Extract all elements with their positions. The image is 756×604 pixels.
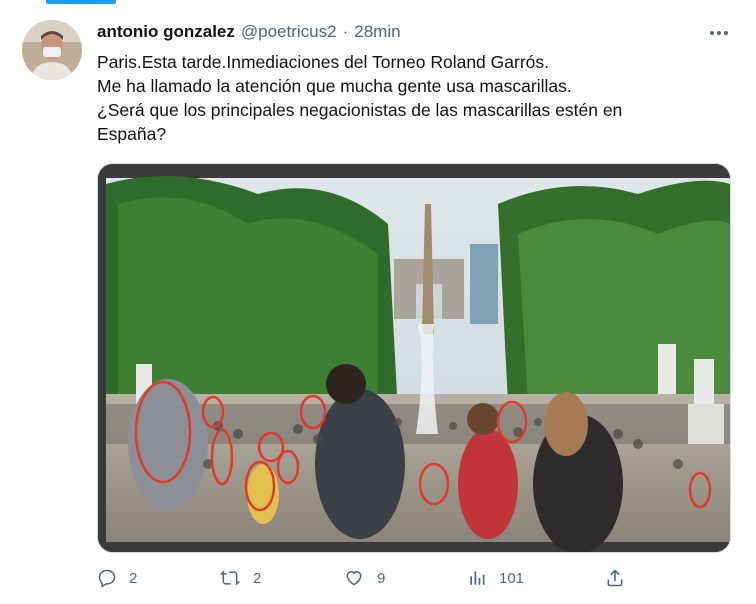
tweet-text-line: Me ha llamado la atención que mucha gent…	[97, 76, 572, 96]
tweet-media-photo[interactable]	[97, 163, 731, 553]
views-count: 101	[499, 569, 525, 587]
tweet-header: antonio gonzalez @poetricus2 · 28min	[97, 22, 401, 42]
share-icon	[607, 569, 623, 587]
like-button[interactable]: 9	[343, 568, 385, 588]
author-handle[interactable]: @poetricus2	[241, 22, 337, 42]
share-button[interactable]	[605, 568, 625, 588]
author-avatar[interactable]	[22, 20, 82, 80]
tweet-actions-bar: 2 2 9 101	[97, 568, 637, 592]
selected-tab-indicator	[46, 0, 116, 4]
retweet-count: 2	[253, 569, 262, 587]
tweet-text: Paris.Esta tarde.Inmediaciones del Torne…	[97, 50, 697, 146]
retweet-button[interactable]: 2	[219, 568, 261, 588]
reply-button[interactable]: 2	[97, 568, 137, 588]
retweet-icon	[219, 570, 241, 586]
more-options-icon[interactable]	[708, 22, 730, 44]
tweet-text-line: ¿Será que los principales negacionistas …	[97, 100, 623, 120]
timestamp[interactable]: 28min	[354, 22, 400, 42]
tweet-text-line: Paris.Esta tarde.Inmediaciones del Torne…	[97, 52, 550, 72]
separator-dot: ·	[342, 22, 349, 41]
views-chart-icon	[470, 571, 485, 585]
tweet-text-line: España?	[97, 124, 167, 144]
reply-count: 2	[129, 569, 138, 587]
author-name[interactable]: antonio gonzalez	[97, 22, 235, 42]
like-count: 9	[377, 569, 386, 587]
reply-icon	[98, 569, 116, 588]
heart-icon	[346, 571, 362, 586]
views-button[interactable]: 101	[467, 568, 524, 588]
